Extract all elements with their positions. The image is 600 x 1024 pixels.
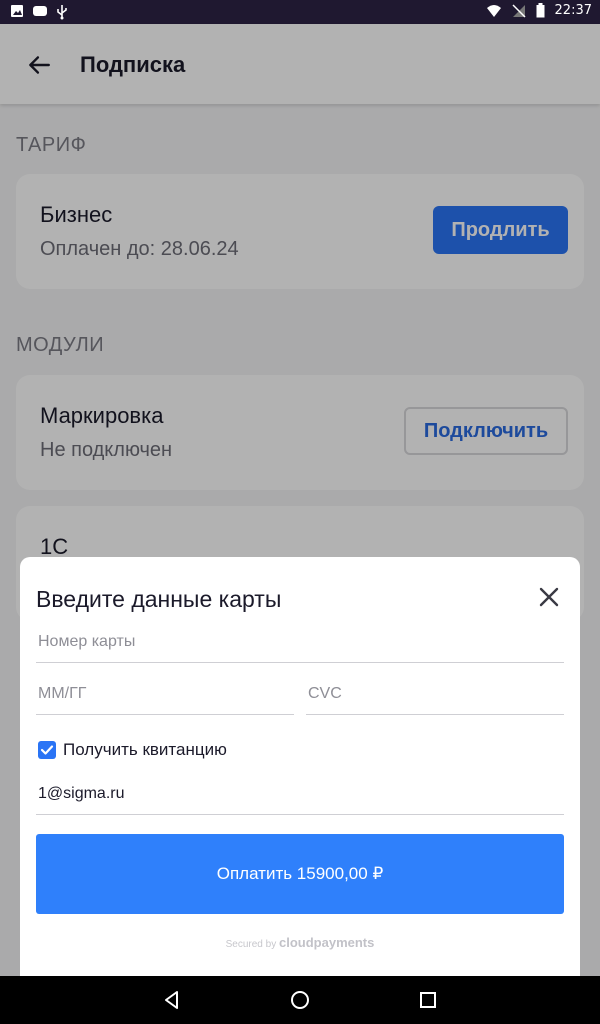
receipt-checkbox[interactable] <box>38 741 56 759</box>
close-icon[interactable] <box>538 586 560 608</box>
image-notification-icon <box>11 5 23 17</box>
cvc-field <box>306 674 568 715</box>
message-notification-icon <box>33 6 47 16</box>
cloudpayments-logo: cloudpayments <box>279 935 375 950</box>
battery-icon <box>536 3 545 18</box>
expiry-input[interactable] <box>36 674 298 714</box>
secured-by-text: Secured by <box>225 939 277 950</box>
status-bar: 22:37 <box>0 0 600 24</box>
nav-recents-icon[interactable] <box>418 990 438 1010</box>
usb-icon <box>57 5 67 20</box>
nav-back-icon[interactable] <box>162 990 182 1010</box>
payment-sheet: Введите данные карты Получить квитанцию … <box>20 557 580 976</box>
expiry-field <box>36 674 298 715</box>
cvc-input[interactable] <box>306 674 568 714</box>
secured-by-footer: Secured by cloudpayments <box>20 935 580 950</box>
nav-home-icon[interactable] <box>290 990 310 1010</box>
email-input[interactable] <box>36 774 568 814</box>
pay-button[interactable]: Оплатить 15900,00 ₽ <box>36 834 564 914</box>
card-number-input[interactable] <box>36 622 568 662</box>
receipt-label[interactable]: Получить квитанцию <box>63 740 227 760</box>
checkmark-icon <box>40 745 54 755</box>
wifi-icon <box>486 4 501 17</box>
no-signal-icon <box>512 3 526 18</box>
email-field <box>36 774 568 815</box>
system-nav-bar <box>0 976 600 1024</box>
status-time: 22:37 <box>554 3 592 18</box>
card-number-field <box>36 622 568 663</box>
payment-sheet-title: Введите данные карты <box>36 586 282 612</box>
